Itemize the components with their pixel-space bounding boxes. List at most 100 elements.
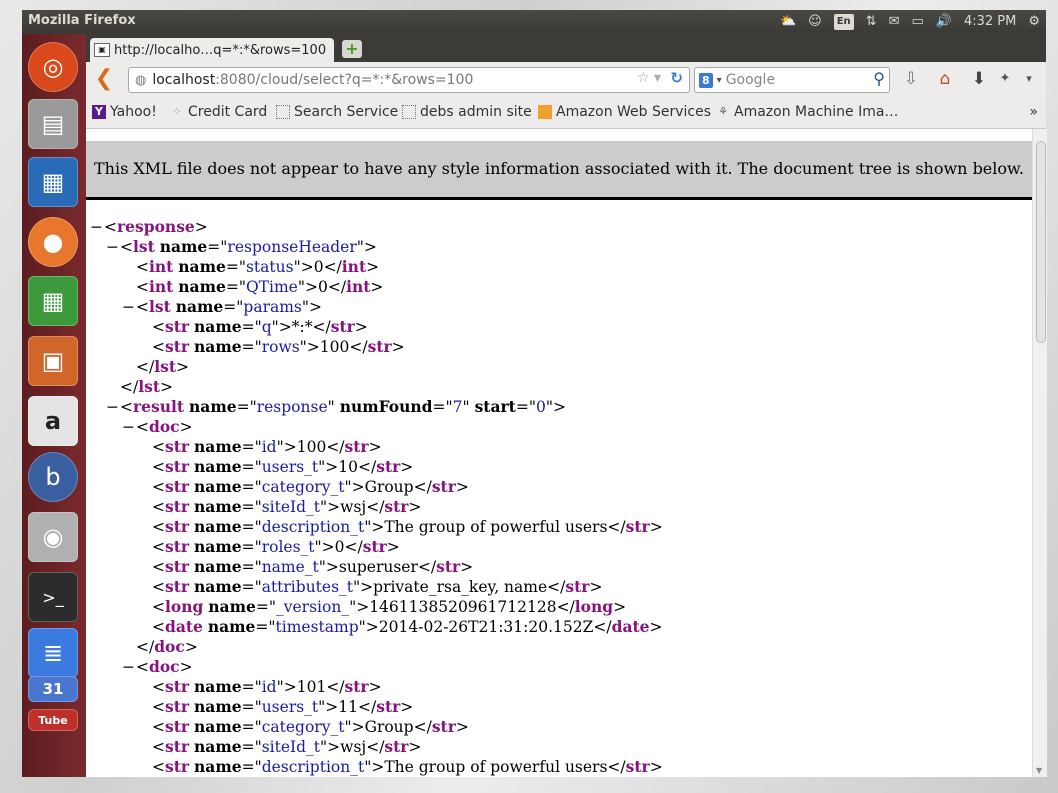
bugzilla-icon[interactable]: b [28,452,78,502]
xml-line: <str name="siteId_t">wsj</str> [152,737,422,756]
xml-style-notice: This XML file does not appear to have an… [86,141,1032,200]
site-identity-icon[interactable]: ◍ [135,73,146,88]
url-path: :8080/cloud/select?q=*:*&rows=100 [215,72,474,88]
keyboard-layout-indicator[interactable]: En [833,14,854,30]
machine-icon: ⚘ [718,105,728,118]
back-button[interactable]: ❮ [92,67,116,91]
clock[interactable]: 4:32 PM [964,12,1016,32]
docs-icon[interactable]: ≣ [28,628,78,678]
xml-line: </lst> [120,377,173,396]
downloads-icon[interactable]: ⇩ [900,68,922,90]
top-panel: Mozilla Firefox ⛅ ☺ En ⇅ ✉ ▭ 🔊 4:32 PM ⚙ [22,10,1046,34]
url-bar[interactable]: ◍ localhost :8080/cloud/select?q=*:*&row… [128,67,690,93]
chat-icon[interactable]: ☺ [808,12,822,32]
collapse-toggle[interactable]: − [122,657,136,677]
ubuntu-one-icon[interactable]: ⛅ [780,12,796,32]
xml-line: <str name="attributes_t">private_rsa_key… [152,577,603,596]
xml-line: −<response> [90,217,208,237]
files-icon[interactable]: ▤ [28,99,78,149]
xml-line: </lst> [136,357,189,376]
bookmark-aws[interactable]: Amazon Web Services [538,104,711,120]
xml-line: <str name="id">101</str> [152,677,382,696]
navigation-toolbar: ❮ ◍ localhost :8080/cloud/select?q=*:*&r… [86,62,1046,98]
menu-chevron-icon[interactable]: ▾ [1018,68,1040,90]
xml-line: <str name="id">100</str> [152,437,382,456]
xml-line: −<result name="response" numFound="7" st… [106,397,566,417]
battery-icon[interactable]: ▭ [911,12,923,32]
home-icon[interactable]: ⌂ [934,68,956,90]
bookmark-debs-admin[interactable]: debs admin site [402,104,532,120]
firefox-window: ▣ http://localho…q=*:*&rows=100 + ❮ ◍ lo… [86,34,1047,777]
calendar-day: 31 [42,680,64,698]
impress-icon[interactable]: ▣ [28,336,78,386]
writer-icon[interactable]: ▦ [28,157,78,207]
chevron-down-icon[interactable]: ▾ [717,75,722,86]
bookmark-credit-card[interactable]: ⁘ Credit Card [170,104,267,120]
tab-current[interactable]: ▣ http://localho…q=*:*&rows=100 [90,38,334,62]
bookmarks-toolbar: Y Yahoo! ⁘ Credit Card Search Service de… [86,98,1046,129]
collapse-toggle[interactable]: − [90,217,104,237]
page-icon [402,105,416,119]
tab-bar: ▣ http://localho…q=*:*&rows=100 + [86,34,1046,62]
xml-line: <str name="users_t">11</str> [152,697,414,716]
xml-line: <str name="q">*:*</str> [152,317,368,336]
youtube-label: Tube [38,713,68,727]
calendar-icon[interactable]: 31 [28,676,78,702]
network-icon[interactable]: ⇅ [866,12,877,32]
firefox-icon[interactable]: ● [28,217,78,267]
xml-line: <date name="timestamp">2014-02-26T21:31:… [152,617,663,636]
xml-line: <str name="category_t">Group</str> [152,477,469,496]
collapse-toggle[interactable]: − [106,237,120,257]
save-icon[interactable]: ⬇ [968,68,990,90]
collapse-toggle[interactable]: − [106,397,120,417]
reload-icon[interactable]: ↻ [670,69,683,87]
scroll-down-icon[interactable]: ▼ [1036,766,1042,775]
bookmark-label: Amazon Web Services [556,104,712,120]
volume-icon[interactable]: 🔊 [936,12,952,32]
youtube-icon[interactable]: Tube [28,709,78,731]
url-host: localhost [152,72,216,88]
xml-line: <int name="status">0</int> [136,257,380,276]
addon-icon[interactable]: ✦ [994,68,1016,90]
bookmark-label: debs admin site [420,104,532,120]
collapse-toggle[interactable]: − [122,297,136,317]
bookmark-star-icon[interactable]: ☆ ▾ [637,70,661,86]
xml-line: −<lst name="params"> [122,297,323,317]
launcher: ◎ ▤ ▦ ● ▦ ▣ a b ◉ >_ ≣ 31 Tube [22,34,86,777]
vertical-scrollbar[interactable]: ▼ [1032,129,1047,777]
scrollbar-thumb[interactable] [1036,141,1046,343]
bookmark-label: Search Service [294,104,399,120]
search-icon[interactable]: ⚲ [873,69,885,88]
search-placeholder: Google [725,72,776,88]
gear-icon[interactable]: ⚙ [1028,12,1040,32]
calc-icon[interactable]: ▦ [28,276,78,326]
xml-line: −<doc> [122,417,193,437]
bookmarks-overflow-icon[interactable]: » [1029,104,1038,120]
bookmark-amazon-machine[interactable]: ⚘ Amazon Machine Ima… [716,104,898,120]
search-bar[interactable]: 8 ▾ Google ⚲ [694,67,890,93]
ubuntu-dash-icon[interactable]: ◎ [28,42,78,92]
xml-line: <str name="description_t">The group of p… [152,757,663,776]
app-title: Mozilla Firefox [28,13,136,28]
bookmark-search-service[interactable]: Search Service [276,104,398,120]
xml-line: <str name="name_t">superuser</str> [152,557,474,576]
new-tab-button[interactable]: + [342,40,362,58]
terminal-icon[interactable]: >_ [28,572,78,622]
mail-icon[interactable]: ✉ [889,12,900,32]
xml-line: <str name="category_t">Group</str> [152,717,469,736]
collapse-toggle[interactable]: − [122,417,136,437]
xml-line: <str name="roles_t">0</str> [152,537,400,556]
page-favicon-icon: ▣ [94,43,110,57]
xml-line: <long name="_version_">14611385209617121… [152,597,627,616]
xml-line: <str name="siteId_t">wsj</str> [152,497,422,516]
search-engine-icon[interactable]: 8 [699,72,713,88]
bookmark-label: Credit Card [188,104,268,120]
xml-line: </doc> [136,637,198,656]
bookmark-yahoo[interactable]: Y Yahoo! [92,104,157,120]
xml-line: <str name="users_t">10</str> [152,457,414,476]
speaker-icon[interactable]: ◉ [28,512,78,562]
xml-line: −<lst name="responseHeader"> [106,237,377,257]
bookmark-label: Yahoo! [110,104,157,120]
amazon-icon[interactable]: a [28,396,78,446]
tab-title: http://localho…q=*:*&rows=100 [114,42,327,58]
